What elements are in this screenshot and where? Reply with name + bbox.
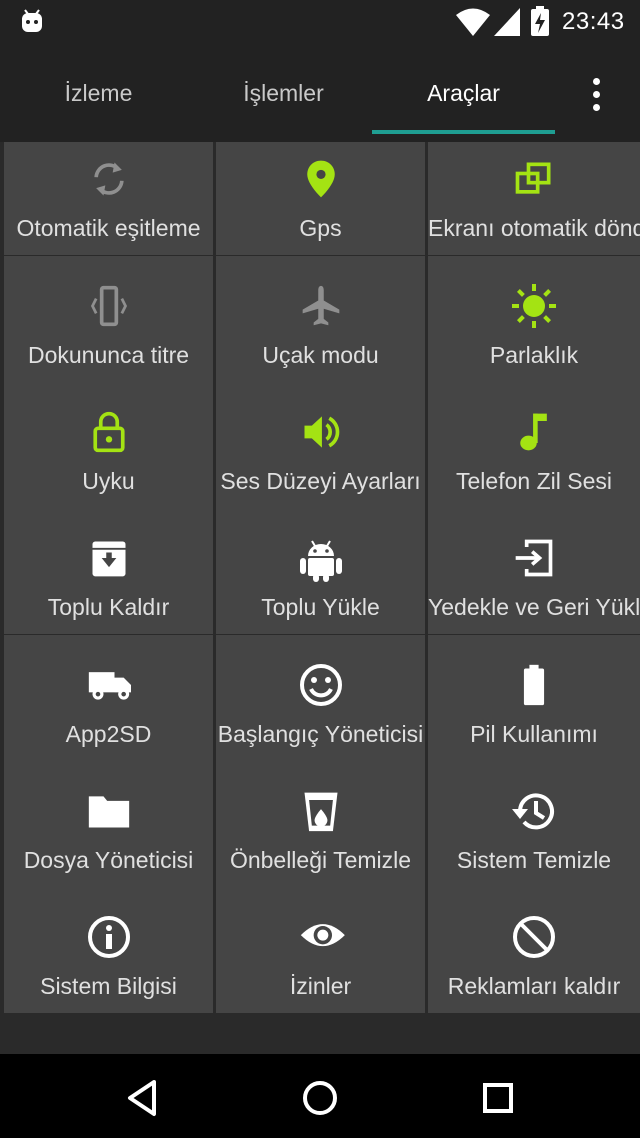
- history-icon: [428, 787, 640, 835]
- lock-icon: [4, 408, 213, 456]
- tool-cell[interactable]: Başlangıç Yöneticisi: [216, 635, 425, 761]
- battery-icon: [428, 661, 640, 709]
- tool-cell[interactable]: Uyku: [4, 382, 213, 508]
- tool-label: Dokununca titre: [27, 342, 190, 368]
- status-time: 23:43: [562, 8, 625, 35]
- tool-label: Ekranı otomatik döndür: [428, 215, 640, 241]
- status-bar: 23:43: [0, 0, 640, 44]
- tool-cell[interactable]: Uçak modu: [216, 256, 425, 382]
- tab-izleme[interactable]: İzleme: [0, 44, 197, 142]
- tool-cell[interactable]: Sistem Bilgisi: [4, 887, 213, 1013]
- android-icon: [216, 534, 425, 582]
- tool-cell[interactable]: Otomatik eşitleme: [4, 142, 213, 255]
- tab-islemler[interactable]: İşlemler: [185, 44, 382, 142]
- tool-cell[interactable]: Sistem Temizle: [428, 761, 640, 887]
- tool-cell[interactable]: Reklamları kaldır: [428, 887, 640, 1013]
- tool-cell[interactable]: Pil Kullanımı: [428, 635, 640, 761]
- tool-label: Otomatik eşitleme: [16, 215, 201, 241]
- tab-indicator: [372, 130, 555, 134]
- archive-down-icon: [4, 534, 213, 582]
- tool-cell[interactable]: Gps: [216, 142, 425, 255]
- truck-icon: [4, 661, 213, 709]
- tool-label: Ses Düzeyi Ayarları: [220, 468, 421, 494]
- tool-label: Parlaklık: [489, 342, 579, 368]
- tool-label: Önbelleği Temizle: [229, 847, 412, 873]
- location-pin-icon: [216, 155, 425, 203]
- android-notification-icon: [22, 9, 42, 32]
- tool-label: Reklamları kaldır: [447, 973, 621, 999]
- tool-label: Telefon Zil Sesi: [456, 468, 612, 494]
- auto-rotate-icon: [428, 155, 640, 203]
- tool-cell[interactable]: Önbelleği Temizle: [216, 761, 425, 887]
- tool-label: App2SD: [65, 721, 152, 747]
- tool-label: Yedekle ve Geri Yükle: [428, 594, 640, 620]
- tool-label: Uyku: [82, 468, 135, 494]
- folder-icon: [4, 787, 213, 835]
- home-icon[interactable]: [296, 1074, 344, 1122]
- vibrate-icon: [4, 282, 213, 330]
- block-icon: [428, 913, 640, 961]
- volume-icon: [216, 408, 425, 456]
- brightness-icon: [428, 282, 640, 330]
- tool-cell[interactable]: Parlaklık: [428, 256, 640, 382]
- tool-label: Dosya Yöneticisi: [23, 847, 194, 873]
- tab-bar: İzleme İşlemler Araçlar: [0, 44, 640, 142]
- tool-cell[interactable]: Telefon Zil Sesi: [428, 382, 640, 508]
- tool-cell[interactable]: App2SD: [4, 635, 213, 761]
- tool-cell[interactable]: Ses Düzeyi Ayarları: [216, 382, 425, 508]
- recents-icon[interactable]: [474, 1074, 522, 1122]
- tool-label: Uçak modu: [262, 342, 379, 368]
- music-note-icon: [428, 408, 640, 456]
- tool-label: Başlangıç Yöneticisi: [217, 721, 424, 747]
- tool-cell[interactable]: Toplu Kaldır: [4, 508, 213, 634]
- tool-label: Toplu Kaldır: [47, 594, 170, 620]
- back-icon[interactable]: [118, 1074, 166, 1122]
- info-icon: [4, 913, 213, 961]
- wifi-icon: [456, 8, 490, 36]
- navigation-bar: [0, 1054, 640, 1138]
- tools-grid: BluetoothWi-FiMobil AğlarOtomatik eşitle…: [0, 142, 640, 1054]
- battery-charging-icon: [531, 6, 549, 36]
- tool-cell[interactable]: Toplu Yükle: [216, 508, 425, 634]
- tool-label: Toplu Yükle: [261, 594, 380, 620]
- backup-restore-icon: [428, 534, 640, 582]
- tool-label: Sistem Temizle: [456, 847, 612, 873]
- tool-label: İzinler: [289, 973, 352, 999]
- tool-cell[interactable]: Dosya Yöneticisi: [4, 761, 213, 887]
- tool-cell[interactable]: İzinler: [216, 887, 425, 1013]
- cup-drop-icon: [216, 787, 425, 835]
- tool-cell[interactable]: Yedekle ve Geri Yükle: [428, 508, 640, 634]
- tool-cell[interactable]: Dokununca titre: [4, 256, 213, 382]
- tab-araclar[interactable]: Araçlar: [365, 44, 562, 142]
- sync-icon: [4, 155, 213, 203]
- smiley-icon: [216, 661, 425, 709]
- airplane-icon: [216, 282, 425, 330]
- overflow-menu-icon[interactable]: [582, 74, 612, 114]
- tool-label: Sistem Bilgisi: [40, 973, 177, 999]
- eye-icon: [216, 913, 425, 961]
- tool-cell[interactable]: Ekranı otomatik döndür: [428, 142, 640, 255]
- tool-label: Pil Kullanımı: [470, 721, 598, 747]
- signal-icon: [494, 8, 520, 36]
- tool-label: Gps: [299, 215, 342, 241]
